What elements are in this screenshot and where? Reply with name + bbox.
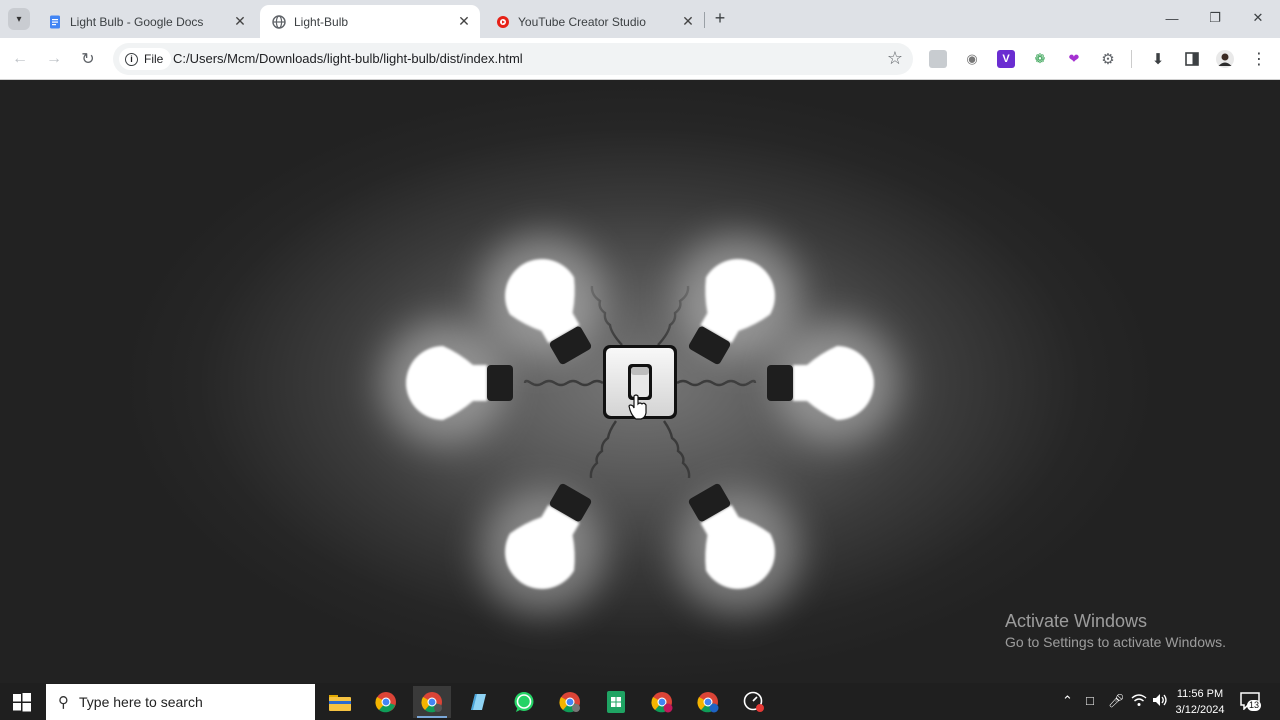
- bulb-right[interactable]: [767, 321, 899, 445]
- extension-doc-icon[interactable]: [929, 50, 947, 68]
- chevron-down-icon: ▾: [16, 13, 22, 25]
- globe-icon: [272, 14, 286, 29]
- info-icon: i: [125, 52, 138, 66]
- minimize-icon[interactable]: —: [1162, 8, 1182, 28]
- taskbar-notes-app[interactable]: [459, 686, 497, 718]
- wire-bottom-left: [589, 420, 617, 479]
- microphone-icon[interactable]: 🎤︎: [1108, 693, 1125, 709]
- avatar[interactable]: [1216, 50, 1234, 68]
- new-tab-button[interactable]: +: [710, 9, 730, 29]
- chrome-icon: [375, 692, 396, 713]
- forward-icon[interactable]: →: [44, 49, 64, 69]
- page-viewport: Activate Windows Go to Settings to activ…: [0, 81, 1280, 683]
- tab-light-bulb[interactable]: Light-Bulb ✕: [260, 5, 480, 38]
- tab-title: YouTube Creator Studio: [518, 14, 646, 29]
- tray-overflow-chevron-icon[interactable]: ⌃: [1062, 693, 1073, 709]
- activate-windows-watermark: Activate Windows Go to Settings to activ…: [1005, 611, 1226, 650]
- wifi-icon[interactable]: [1131, 693, 1147, 710]
- taskbar-chrome-m[interactable]: [643, 686, 681, 718]
- tab-search-button[interactable]: ▾: [8, 8, 30, 30]
- tab-title: Light-Bulb: [294, 14, 349, 29]
- bulb-bottom-left[interactable]: [457, 460, 630, 636]
- close-icon[interactable]: ✕: [680, 13, 696, 30]
- taskbar-chrome-2[interactable]: [551, 686, 589, 718]
- side-panel-icon[interactable]: [1183, 50, 1201, 68]
- extension-leaf-icon[interactable]: ❁: [1031, 50, 1049, 68]
- close-icon[interactable]: ✕: [456, 13, 472, 30]
- clock-date: 3/12/2024: [1175, 704, 1225, 716]
- document-icon: [607, 691, 625, 713]
- youtube-studio-icon: [497, 15, 509, 28]
- taskbar-sheet-app[interactable]: [597, 686, 635, 718]
- toolbar-divider: [1131, 50, 1132, 68]
- chrome-icon: [651, 692, 673, 713]
- taskbar-clock[interactable]: 11:56 PM 3/12/2024: [1172, 686, 1228, 718]
- bookmark-star-icon[interactable]: ☆: [887, 48, 903, 69]
- restore-icon[interactable]: ❐: [1205, 8, 1225, 28]
- tab-strip: ▾ Light Bulb - Google Docs ✕ Light-Bulb …: [0, 0, 1280, 38]
- browser-toolbar: ← → ↻ i File C:/Users/Mcm/Downloads/ligh…: [0, 38, 1280, 80]
- taskbar-chrome-b[interactable]: [689, 686, 727, 718]
- search-placeholder: Type here to search: [79, 694, 203, 710]
- watermark-title: Activate Windows: [1005, 611, 1148, 631]
- notepad-icon: [471, 694, 486, 710]
- wire-right: [676, 379, 757, 387]
- bulb-left[interactable]: [381, 321, 513, 445]
- bulb-bottom-right[interactable]: [649, 460, 822, 636]
- recorder-icon: [743, 691, 764, 712]
- scheme-label: File: [144, 52, 164, 66]
- extensions-puzzle-icon[interactable]: ⚙: [1099, 50, 1117, 68]
- taskbar-chrome[interactable]: [367, 686, 405, 718]
- download-icon[interactable]: ⬇: [1149, 50, 1167, 68]
- whatsapp-icon: [514, 692, 534, 712]
- tab-google-docs[interactable]: Light Bulb - Google Docs ✕: [36, 5, 256, 38]
- watermark-subtitle: Go to Settings to activate Windows.: [1005, 634, 1226, 650]
- taskbar-search-input[interactable]: ⚲ Type here to search: [46, 684, 315, 720]
- wire-bottom-right: [663, 420, 691, 479]
- chrome-icon: [421, 692, 442, 713]
- extension-heart-icon[interactable]: ❤: [1065, 50, 1083, 68]
- notification-badge: 13: [1247, 700, 1262, 711]
- camera-icon[interactable]: ◉: [963, 50, 981, 68]
- window-close-icon[interactable]: ✕: [1248, 8, 1268, 28]
- address-bar[interactable]: i File C:/Users/Mcm/Downloads/light-bulb…: [113, 43, 913, 75]
- windows-start-icon[interactable]: [12, 692, 32, 712]
- taskbar-file-explorer[interactable]: [321, 686, 359, 718]
- chrome-icon: [697, 692, 719, 713]
- tab-title: Light Bulb - Google Docs: [70, 14, 204, 29]
- notification-center-icon[interactable]: 13: [1240, 691, 1262, 713]
- menu-kebab-icon[interactable]: ⋮: [1250, 50, 1268, 68]
- volume-icon[interactable]: [1152, 693, 1168, 710]
- switch-toggle[interactable]: [628, 364, 652, 400]
- extension-v-icon[interactable]: V: [997, 50, 1015, 68]
- folder-icon: [329, 695, 351, 711]
- taskbar-whatsapp[interactable]: [505, 686, 543, 718]
- light-switch[interactable]: [603, 345, 677, 420]
- taskbar-chrome-profile[interactable]: [413, 686, 451, 718]
- chrome-icon: [559, 692, 580, 713]
- docs-icon: [50, 15, 60, 28]
- clock-time: 11:56 PM: [1176, 688, 1224, 700]
- url-text[interactable]: C:/Users/Mcm/Downloads/light-bulb/light-…: [173, 51, 523, 66]
- close-icon[interactable]: ✕: [232, 13, 248, 30]
- search-icon: ⚲: [58, 694, 69, 711]
- reload-icon[interactable]: ↻: [78, 49, 98, 69]
- wire-left: [523, 379, 604, 387]
- back-icon[interactable]: ←: [10, 49, 30, 69]
- tab-separator: [704, 12, 705, 28]
- light-bulb-scene: [381, 234, 899, 636]
- taskbar-screen-recorder[interactable]: [735, 686, 773, 718]
- site-info-chip[interactable]: i File: [119, 48, 172, 70]
- tray-device-icon[interactable]: □: [1086, 693, 1094, 708]
- tab-youtube-studio[interactable]: YouTube Creator Studio ✕: [484, 5, 704, 38]
- windows-taskbar: ⚲ Type here to search ⌃ □ 🎤︎ 11:56 PM 3/: [0, 683, 1280, 720]
